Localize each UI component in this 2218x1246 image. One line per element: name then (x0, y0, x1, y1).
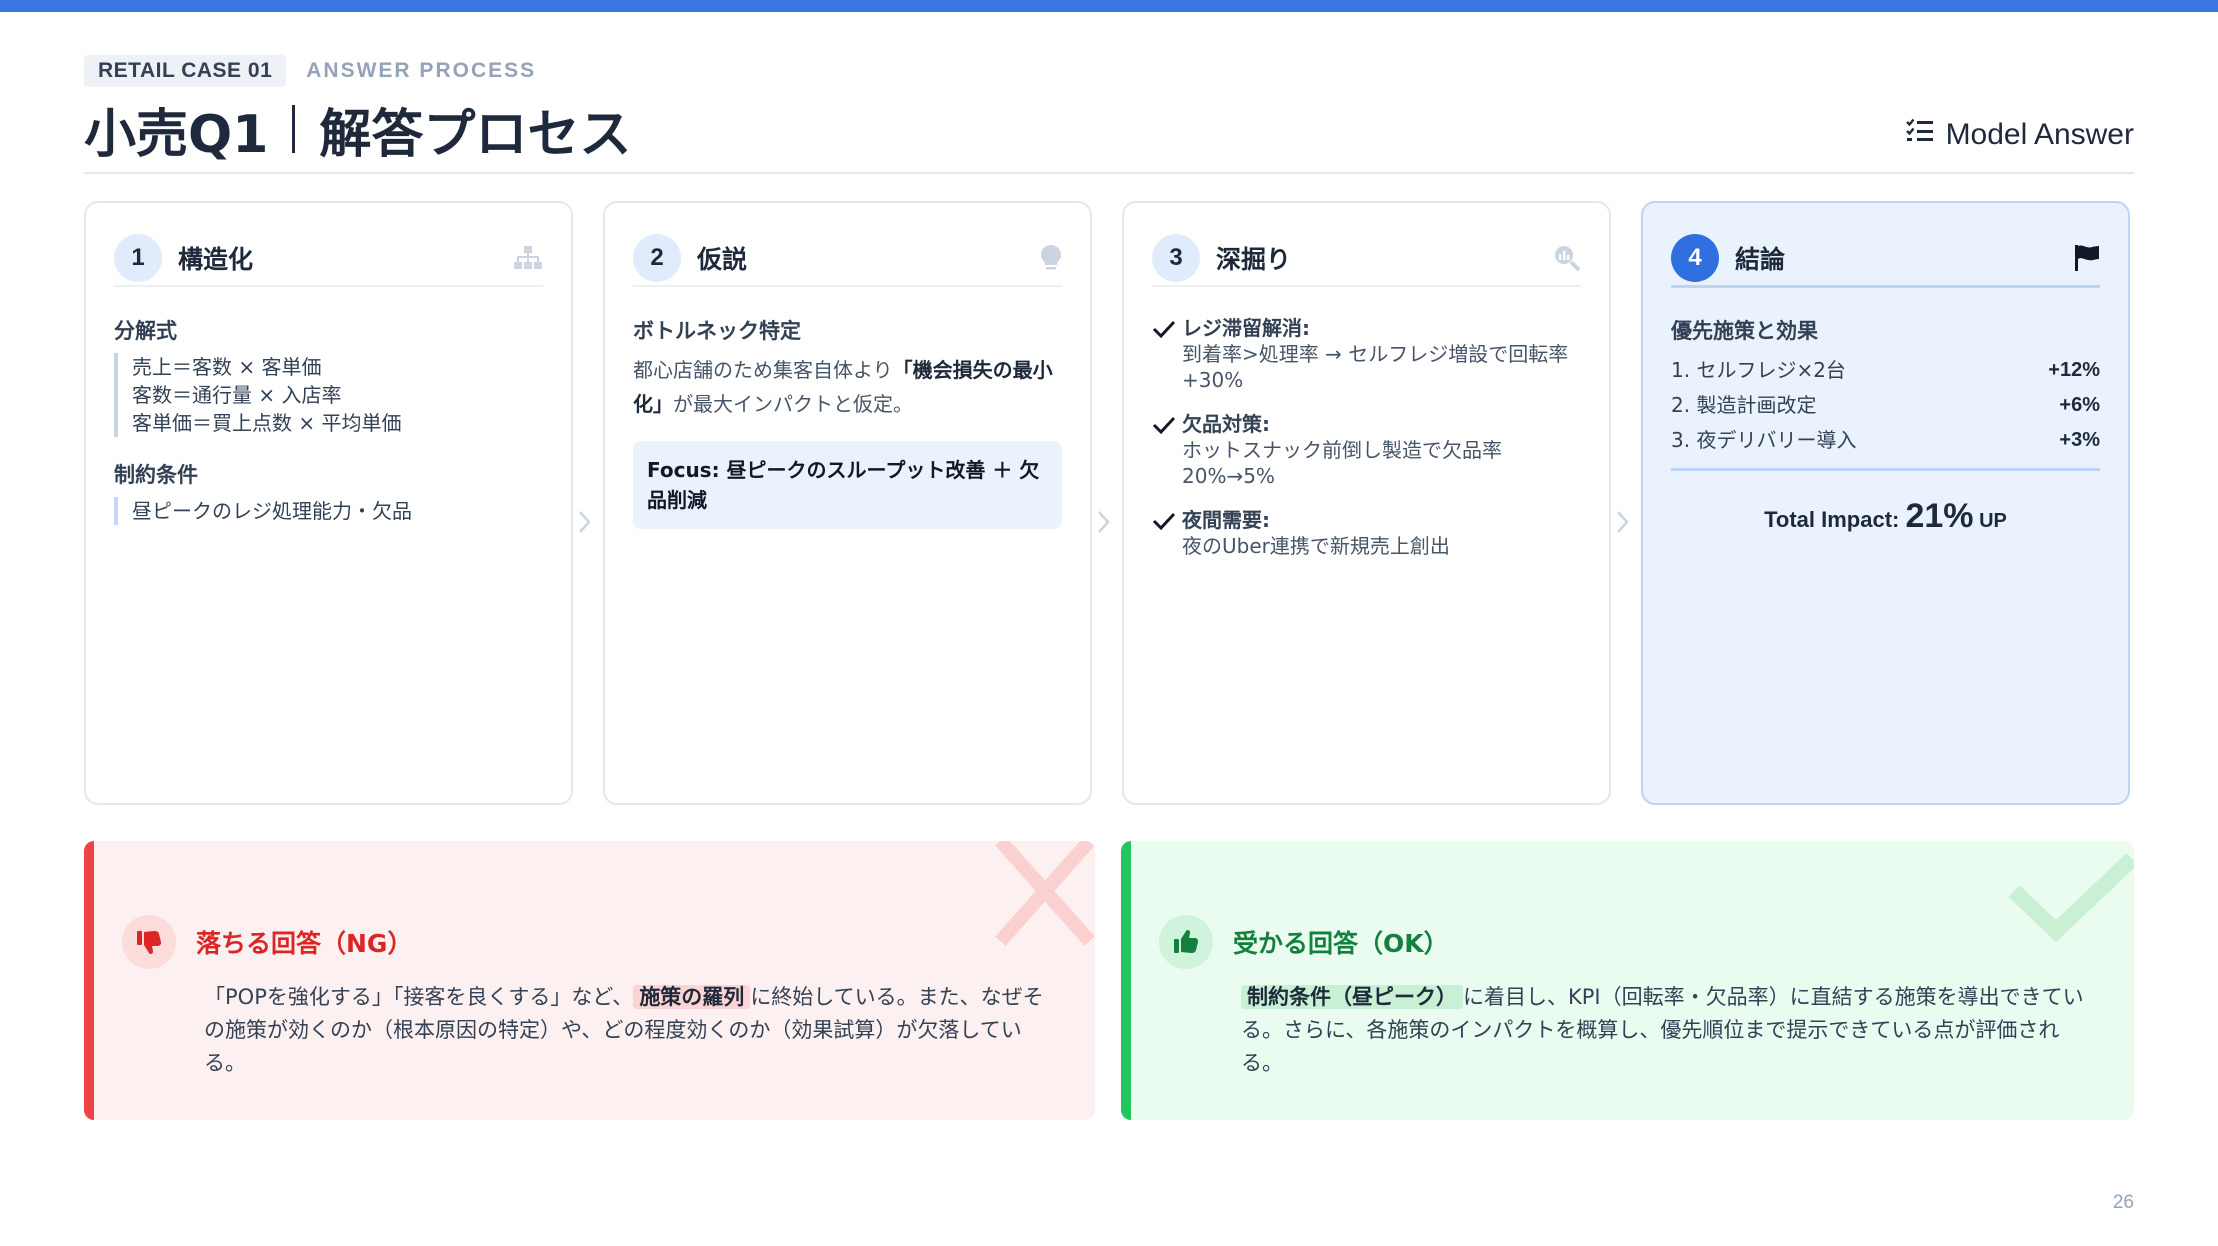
focus-callout: Focus: 昼ピークのスループット改善 ＋ 欠品削減 (633, 441, 1062, 529)
formula-heading: 分解式 (114, 319, 177, 343)
lightbulb-icon (1040, 244, 1062, 272)
card-body: 優先施策と効果 1. セルフレジ×2台 +12% 2. 製造計画改定 +6% 3. … (1671, 315, 2100, 536)
ng-answer-box: 落ちる回答（NG） 「POPを強化する」「接客を良くする」など、 施策の羅列 に終始… (84, 841, 1095, 1120)
step-title: 結論 (1735, 245, 1786, 274)
card-header: 1 構造化 (114, 231, 543, 287)
ng-highlight: 施策の羅列 (633, 985, 751, 1009)
card-body: 分解式 売上＝客数 × 客単価 客数＝通行量 × 入店率 客単価＝買上点数 × … (114, 315, 543, 547)
step-number: 2 (633, 234, 681, 282)
card-header: 2 仮説 (633, 231, 1062, 287)
constraint-text: 昼ピークのレジ処理能力・欠品 (132, 499, 412, 523)
step-number: 4 (1671, 234, 1719, 282)
step-title: 深掘り (1216, 245, 1292, 274)
priority-value: +12% (2048, 359, 2100, 381)
top-accent-bar (0, 0, 2218, 12)
check-text: 夜のUber連携で新規売上創出 (1182, 534, 1450, 558)
ok-text: 制約条件（昼ピーク） に着目し、KPI（回転率・欠品率）に直結する施策を導出できて… (1241, 981, 2098, 1080)
hypothesis-text: 都心店舗のため集客自体より「機会損失の最小化」が最大インパクトと仮定。 (633, 353, 1062, 421)
step-title: 仮説 (697, 245, 748, 274)
thumbs-up-icon (1159, 915, 1213, 969)
page-number: 26 (2112, 1192, 2134, 1213)
priority-item: 1. セルフレジ×2台 +12% (1671, 353, 2100, 388)
card-header: 4 結論 (1671, 231, 2100, 288)
constraint-list: 昼ピークのレジ処理能力・欠品 (114, 497, 543, 525)
card-body: レジ滞留解消: 到着率>処理率 → セルフレジ増設で回転率+30% 欠品対策: ホッ… (1152, 315, 1581, 577)
formula-list: 売上＝客数 × 客単価 客数＝通行量 × 入店率 客単価＝買上点数 × 平均単価 (114, 353, 543, 437)
ok-answer-box: 受かる回答（OK） 制約条件（昼ピーク） に着目し、KPI（回転率・欠品率）に直結… (1121, 841, 2134, 1120)
check-icon (1152, 315, 1182, 393)
title-divider (292, 105, 296, 153)
check-watermark-icon (2008, 853, 2134, 943)
step-card-structure: 1 構造化 分解式 売上＝客数 × 客単価 客数＝通行量 × 入店率 客単価＝買… (84, 201, 573, 805)
priority-item: 3. 夜デリバリー導入 +3% (1671, 423, 2100, 458)
check-icon (1152, 411, 1182, 489)
chevron-right-icon (1098, 511, 1110, 533)
chevron-right-icon (579, 511, 591, 533)
impact-value: 21% (1905, 497, 1974, 535)
cross-watermark-icon (995, 841, 1095, 946)
check-heading: レジ滞留解消: (1182, 316, 1310, 340)
title-sub: 解答プロセス (319, 104, 632, 165)
case-tag: RETAIL CASE 01 (84, 55, 287, 87)
check-heading: 欠品対策: (1182, 412, 1270, 436)
checklist-icon (1905, 118, 1934, 152)
check-item: 欠品対策: ホットスナック前倒し製造で欠品率20%→5% (1152, 411, 1581, 489)
priority-label: 1. セルフレジ×2台 (1671, 358, 1846, 382)
check-heading: 夜間需要: (1182, 508, 1270, 532)
flag-icon (2074, 244, 2100, 272)
check-icon (1152, 507, 1182, 559)
priority-divider (1671, 468, 2100, 471)
check-text: ホットスナック前倒し製造で欠品率20%→5% (1182, 438, 1502, 488)
card-header: 3 深掘り (1152, 231, 1581, 287)
chevron-right-icon (1617, 511, 1629, 533)
priority-item: 2. 製造計画改定 +6% (1671, 388, 2100, 423)
formula-line: 売上＝客数 × 客単価 (132, 355, 322, 379)
step-number: 1 (114, 234, 162, 282)
constraint-heading: 制約条件 (114, 463, 198, 487)
priority-value: +3% (2059, 429, 2100, 451)
priority-label: 3. 夜デリバリー導入 (1671, 428, 1857, 452)
formula-line: 客数＝通行量 × 入店率 (132, 383, 342, 407)
step-card-conclusion: 4 結論 優先施策と効果 1. セルフレジ×2台 +12% 2. 製造計画改定 +6… (1641, 201, 2130, 805)
check-text: 到着率>処理率 → セルフレジ増設で回転率+30% (1182, 342, 1569, 392)
magnifier-chart-icon (1553, 244, 1581, 272)
ok-highlight: 制約条件（昼ピーク） (1241, 985, 1463, 1009)
page-title: 小売Q1 解答プロセス (84, 96, 631, 165)
ok-header: 受かる回答（OK） (1159, 915, 1449, 969)
impact-label: Total Impact: (1764, 507, 1906, 532)
ng-title: 落ちる回答（NG） (196, 929, 413, 958)
model-answer-text: Model Answer (1945, 118, 2134, 151)
header-tags: RETAIL CASE 01 ANSWER PROCESS (84, 54, 536, 88)
hypothesis-text-pre: 都心店舗のため集客自体より (633, 358, 893, 382)
process-tag: ANSWER PROCESS (306, 59, 537, 82)
priority-heading: 優先施策と効果 (1671, 319, 1818, 343)
ng-header: 落ちる回答（NG） (122, 915, 412, 969)
org-chart-icon (513, 245, 543, 271)
hypothesis-heading: ボトルネック特定 (633, 319, 801, 343)
priority-value: +6% (2059, 394, 2100, 416)
impact-unit: UP (1973, 510, 2007, 532)
step-card-hypothesis: 2 仮説 ボトルネック特定 都心店舗のため集客自体より「機会損失の最小化」が最大… (603, 201, 1092, 805)
step-title: 構造化 (178, 245, 254, 274)
card-body: ボトルネック特定 都心店舗のため集客自体より「機会損失の最小化」が最大インパクト… (633, 315, 1062, 529)
model-answer-label: Model Answer (1905, 118, 2134, 152)
check-item: 夜間需要: 夜のUber連携で新規売上創出 (1152, 507, 1581, 559)
thumbs-down-icon (122, 915, 176, 969)
ng-text: 「POPを強化する」「接客を良くする」など、 施策の羅列 に終始している。また、なぜ… (204, 981, 1059, 1080)
step-card-deep-dive: 3 深掘り レジ滞留解消: 到着率>処理率 → セルフレジ増設で回転率+30% 欠… (1122, 201, 1611, 805)
header-divider (84, 172, 2134, 174)
formula-line: 客単価＝買上点数 × 平均単価 (132, 411, 402, 435)
priority-label: 2. 製造計画改定 (1671, 393, 1817, 417)
step-number: 3 (1152, 234, 1200, 282)
hypothesis-text-post: が最大インパクトと仮定。 (673, 392, 913, 416)
ng-text-pre: 「POPを強化する」「接客を良くする」など、 (204, 985, 634, 1009)
check-item: レジ滞留解消: 到着率>処理率 → セルフレジ増設で回転率+30% (1152, 315, 1581, 393)
total-impact: Total Impact: 21% UP (1671, 497, 2100, 536)
ok-title: 受かる回答（OK） (1233, 929, 1449, 958)
title-main: 小売Q1 (84, 104, 269, 165)
